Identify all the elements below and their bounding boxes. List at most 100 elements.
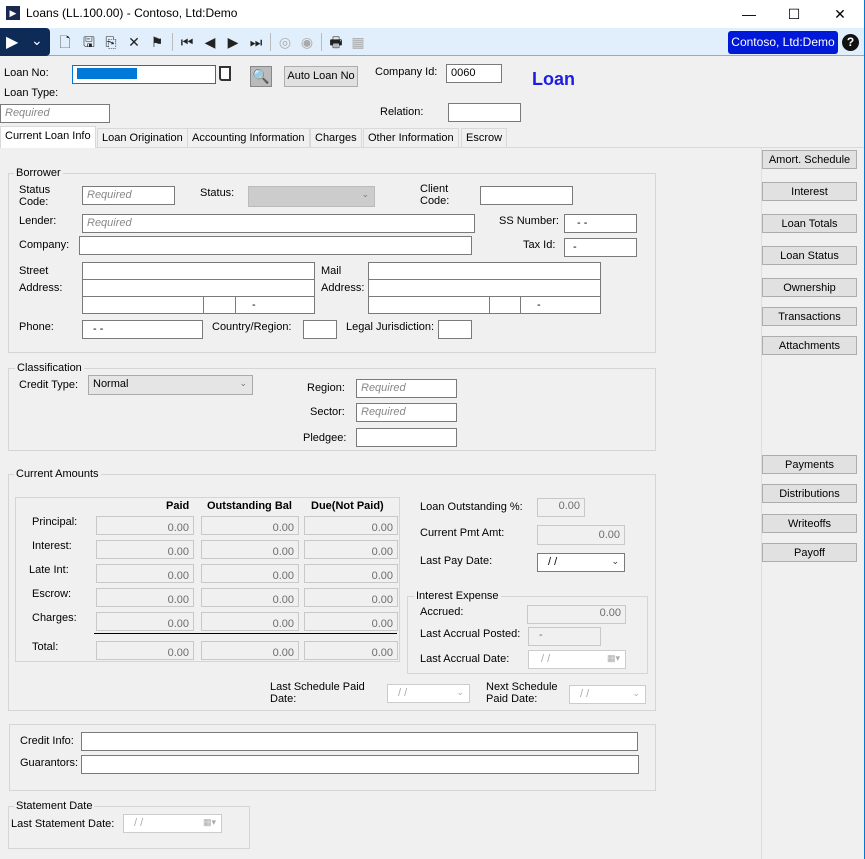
street-state-input[interactable]: [203, 296, 236, 314]
street-city-input[interactable]: [82, 296, 204, 314]
credit-info-input[interactable]: [81, 732, 638, 751]
credit-type-select[interactable]: Normal ⌄: [88, 375, 253, 395]
client-code-input[interactable]: [480, 186, 573, 205]
status-code-label: Status Code:: [19, 184, 51, 208]
last-schedule-paid-picker[interactable]: / / ⌄: [387, 684, 470, 703]
chevron-down-icon: ⌄: [31, 32, 43, 48]
current-pmt-value: 0.00: [537, 525, 625, 545]
maximize-button[interactable]: ☐: [780, 4, 808, 24]
legal-jurisdiction-label: Legal Jurisdiction:: [346, 321, 435, 333]
loan-no-label: Loan No:: [4, 67, 49, 79]
app-menu-button[interactable]: ▶ ⌄: [0, 28, 50, 56]
excel-icon[interactable]: ▦: [349, 33, 367, 51]
company-badge[interactable]: Contoso, Ltd:Demo: [728, 31, 838, 54]
mail-state-input[interactable]: [489, 296, 521, 314]
classification-legend: Classification: [15, 362, 84, 374]
amount-cell-due: 0.00: [304, 641, 398, 660]
lookup-icon[interactable]: [219, 66, 231, 81]
amount-row-label: Principal:: [32, 516, 78, 528]
help-icon[interactable]: ?: [842, 34, 859, 51]
street-zip-input[interactable]: -: [235, 296, 315, 314]
amount-cell-due: 0.00: [304, 540, 398, 559]
delete-icon[interactable]: ✕: [125, 33, 143, 51]
amount-cell-paid: 0.00: [96, 516, 194, 535]
side-button-interest[interactable]: Interest: [762, 182, 857, 201]
tab-escrow[interactable]: Escrow: [461, 128, 508, 147]
tax-id-input[interactable]: -: [564, 238, 637, 257]
sector-label: Sector:: [310, 406, 345, 418]
side-button-writeoffs[interactable]: Writeoffs: [762, 514, 857, 533]
street-address-label: Street Address:: [19, 265, 63, 294]
company-id-input[interactable]: 0060: [446, 64, 502, 83]
tab-other-information[interactable]: Other Information: [363, 128, 459, 147]
last-statement-date-picker[interactable]: / / ▦▾: [123, 814, 222, 833]
view-icon[interactable]: ◉: [298, 33, 316, 51]
window-title: Loans (LL.100.00) - Contoso, Ltd:Demo: [26, 6, 238, 20]
amount-cell-outstanding: 0.00: [201, 540, 299, 559]
side-button-transactions[interactable]: Transactions: [762, 307, 857, 326]
side-button-payoff[interactable]: Payoff: [762, 543, 857, 562]
pledgee-input[interactable]: [356, 428, 457, 447]
relation-input[interactable]: [448, 103, 521, 122]
company-input[interactable]: [79, 236, 472, 255]
company-label: Company:: [19, 239, 70, 251]
status-code-input[interactable]: Required: [82, 186, 175, 205]
finish-icon[interactable]: ⚑: [148, 33, 166, 51]
amount-cell-outstanding: 0.00: [201, 588, 299, 607]
country-region-input[interactable]: [303, 320, 337, 339]
mail-city-input[interactable]: [368, 296, 490, 314]
mail-address-line2[interactable]: [368, 279, 601, 297]
mail-zip-input[interactable]: -: [520, 296, 601, 314]
tab-charges[interactable]: Charges: [310, 128, 362, 147]
mail-address-label: Mail Address:: [321, 265, 365, 294]
sector-input[interactable]: Required: [356, 403, 457, 422]
last-record-icon[interactable]: ⏭: [247, 33, 265, 51]
tab-loan-origination[interactable]: Loan Origination: [97, 128, 188, 147]
side-button-distributions[interactable]: Distributions: [762, 484, 857, 503]
amount-cell-outstanding: 0.00: [201, 516, 299, 535]
new-icon[interactable]: 🗋: [56, 33, 74, 51]
first-record-icon[interactable]: ⏮: [178, 33, 196, 51]
next-schedule-paid-picker[interactable]: / / ⌄: [569, 685, 646, 704]
amount-row-label: Charges:: [32, 612, 77, 624]
lender-input[interactable]: Required: [82, 214, 475, 233]
last-accrual-posted-value: -: [528, 627, 601, 646]
ss-number-input[interactable]: - -: [564, 214, 637, 233]
tab-current-loan-info[interactable]: Current Loan Info: [0, 126, 96, 148]
next-record-icon[interactable]: ▶: [224, 33, 242, 51]
side-button-loan-status[interactable]: Loan Status: [762, 246, 857, 265]
save-icon[interactable]: 🖫: [80, 33, 98, 51]
previous-record-icon[interactable]: ◀: [201, 33, 219, 51]
side-button-attachments[interactable]: Attachments: [762, 336, 857, 355]
side-button-payments[interactable]: Payments: [762, 455, 857, 474]
separator: [270, 33, 271, 51]
loan-no-input[interactable]: [72, 65, 216, 84]
side-button-amort-schedule[interactable]: Amort. Schedule: [762, 150, 857, 169]
side-button-loan-totals[interactable]: Loan Totals: [762, 214, 857, 233]
side-button-ownership[interactable]: Ownership: [762, 278, 857, 297]
region-input[interactable]: Required: [356, 379, 457, 398]
auto-loan-no-button[interactable]: Auto Loan No: [284, 66, 358, 87]
phone-input[interactable]: - -: [82, 320, 203, 339]
status-select[interactable]: ⌄: [248, 186, 375, 207]
search-icon[interactable]: 🔍: [250, 66, 272, 87]
last-pay-date-picker[interactable]: / / ⌄: [537, 553, 625, 572]
last-pay-date-value: / /: [548, 556, 558, 568]
copy-icon[interactable]: ⎘: [102, 33, 120, 51]
phone-label: Phone:: [19, 321, 54, 333]
legal-jurisdiction-input[interactable]: [438, 320, 472, 339]
street-address-line1[interactable]: [82, 262, 315, 280]
street-address-line2[interactable]: [82, 279, 315, 297]
current-amounts-legend: Current Amounts: [14, 468, 101, 480]
amount-cell-paid: 0.00: [96, 540, 194, 559]
country-region-label: Country/Region:: [212, 321, 292, 333]
close-button[interactable]: ✕: [826, 4, 854, 24]
print-icon[interactable]: 🖶: [327, 33, 345, 51]
guarantors-input[interactable]: [81, 755, 639, 774]
tab-accounting-information[interactable]: Accounting Information: [187, 128, 310, 147]
loan-type-input[interactable]: Required: [0, 104, 110, 123]
capture-icon[interactable]: ◎: [276, 33, 294, 51]
mail-address-line1[interactable]: [368, 262, 601, 280]
minimize-button[interactable]: —: [735, 4, 763, 24]
last-accrual-date-picker[interactable]: / / ▦▾: [528, 650, 626, 669]
